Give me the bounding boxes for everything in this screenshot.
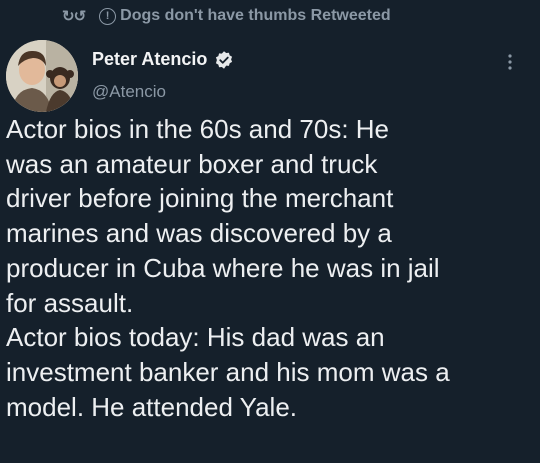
retweet-icon: ↻↺ xyxy=(62,8,86,25)
tweet-text: Actor bios in the 60s and 70s: He was an… xyxy=(6,112,536,424)
avatar-image xyxy=(6,40,78,112)
more-options-icon[interactable] xyxy=(505,52,515,72)
tweet-line: marines and was discovered by a xyxy=(6,218,392,249)
tweet-line: producer in Cuba where he was in jail xyxy=(6,252,440,283)
tweet-line: investment banker and his mom was a xyxy=(6,356,450,387)
author-name[interactable]: Peter Atencio xyxy=(92,49,207,70)
tweet-line: Actor bios today: His dad was an xyxy=(6,322,385,353)
tweet-line: Actor bios in the 60s and 70s: He xyxy=(6,114,390,144)
author-name-row[interactable]: Peter Atencio xyxy=(92,49,234,70)
retweet-label: Dogs don't have thumbs Retweeted xyxy=(120,7,391,24)
avatar[interactable] xyxy=(6,40,78,112)
retweet-context[interactable]: ↻↺ ! Dogs don't have thumbs Retweeted xyxy=(62,6,391,26)
tweet-line: driver before joining the merchant xyxy=(6,183,394,214)
verified-badge-icon xyxy=(216,50,233,69)
info-icon: ! xyxy=(99,7,117,25)
tweet-line: for assault. xyxy=(6,287,134,318)
author-handle[interactable]: @Atencio xyxy=(92,82,166,102)
tweet-line: was an amateur boxer and truck xyxy=(6,148,378,179)
tweet-line: model. He attended Yale. xyxy=(6,391,298,422)
